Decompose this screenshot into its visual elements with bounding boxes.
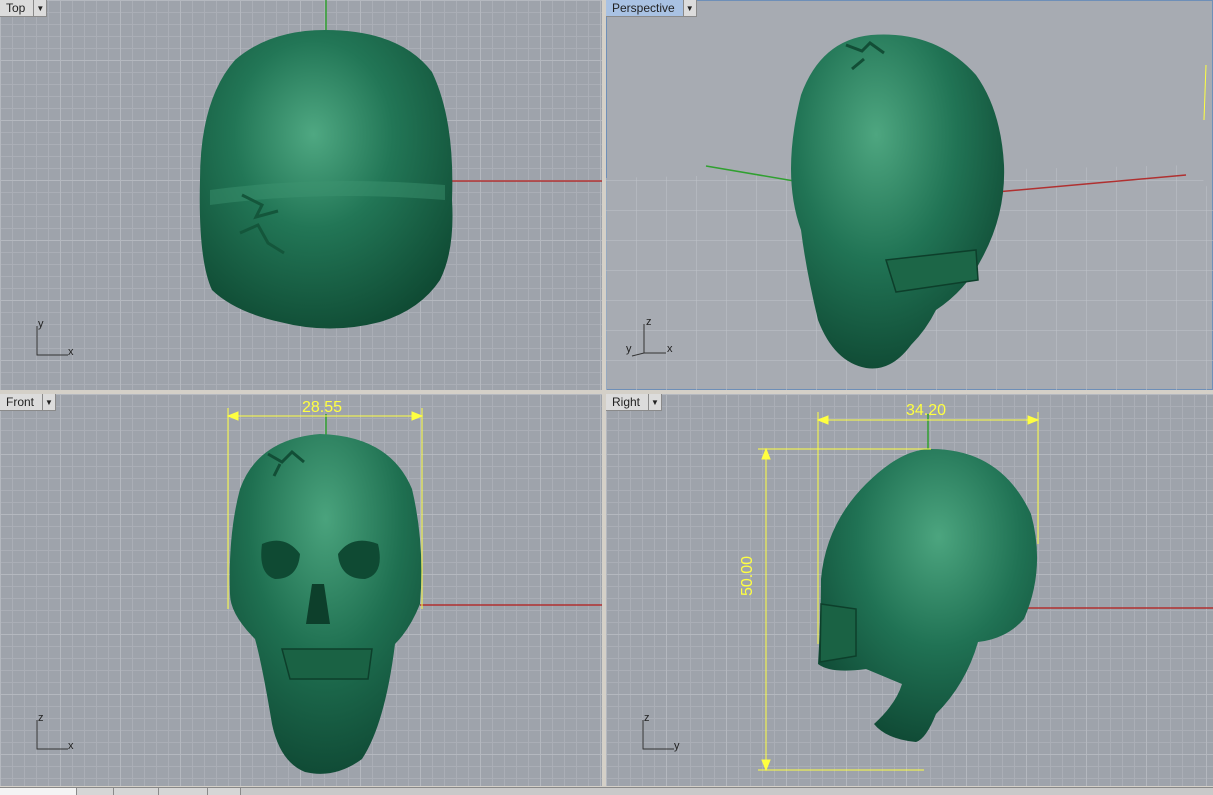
right-viewport-title[interactable]: Right ▼ <box>606 394 663 411</box>
axis-y-label: y <box>38 318 44 330</box>
perspective-viewport-title[interactable]: Perspective ▼ <box>606 0 697 17</box>
dropdown-arrow-icon[interactable]: ▼ <box>648 394 661 410</box>
viewport-name: Front <box>6 395 35 409</box>
axis-y-label: y <box>626 343 632 355</box>
top-viewport-title[interactable]: Top ▼ <box>0 0 48 17</box>
dropdown-arrow-icon[interactable]: ▼ <box>682 0 696 16</box>
front-viewport-title[interactable]: Front ▼ <box>0 394 57 411</box>
axis-z-label: z <box>38 712 44 724</box>
top-scene <box>199 0 602 329</box>
front-scene <box>226 408 602 774</box>
axis-z-label: z <box>644 712 650 724</box>
skull-teeth <box>281 648 373 680</box>
viewport-name: Perspective <box>606 0 683 16</box>
axis-indicator: z y x <box>626 316 676 361</box>
top-viewport[interactable]: Top ▼ y x <box>0 0 602 390</box>
front-viewport[interactable]: Front ▼ 28.55 z x <box>0 394 602 786</box>
perspective-scene <box>606 34 1213 390</box>
right-scene <box>758 412 1213 772</box>
axis-z-label: z <box>646 316 652 328</box>
skull-right-shape <box>818 449 1038 742</box>
viewport-name: Top <box>6 1 26 15</box>
dropdown-arrow-icon[interactable]: ▼ <box>33 0 46 16</box>
dimension-height-label[interactable]: 50.00 <box>739 556 757 596</box>
axis-indicator: z x <box>34 712 84 757</box>
dimension-width-label[interactable]: 34.20 <box>906 402 946 420</box>
axis-x-label: x <box>667 343 673 355</box>
right-viewport[interactable]: Right ▼ 34.20 50.00 z y <box>606 394 1213 786</box>
skull-teeth <box>819 603 857 663</box>
axis-x-label: x <box>68 740 74 752</box>
dimension-width-label[interactable]: 28.55 <box>302 399 342 417</box>
perspective-viewport[interactable]: Perspective ▼ z y x <box>606 0 1213 390</box>
dimension-edge <box>1203 64 1207 121</box>
axis-x-label: x <box>68 346 74 358</box>
axis-y-label: y <box>674 740 680 752</box>
dropdown-arrow-icon[interactable]: ▼ <box>42 394 55 410</box>
axis-indicator: z y <box>640 712 690 757</box>
axis-indicator: y x <box>34 318 84 363</box>
viewport-name: Right <box>612 395 641 409</box>
skull-top-shape <box>199 30 453 329</box>
